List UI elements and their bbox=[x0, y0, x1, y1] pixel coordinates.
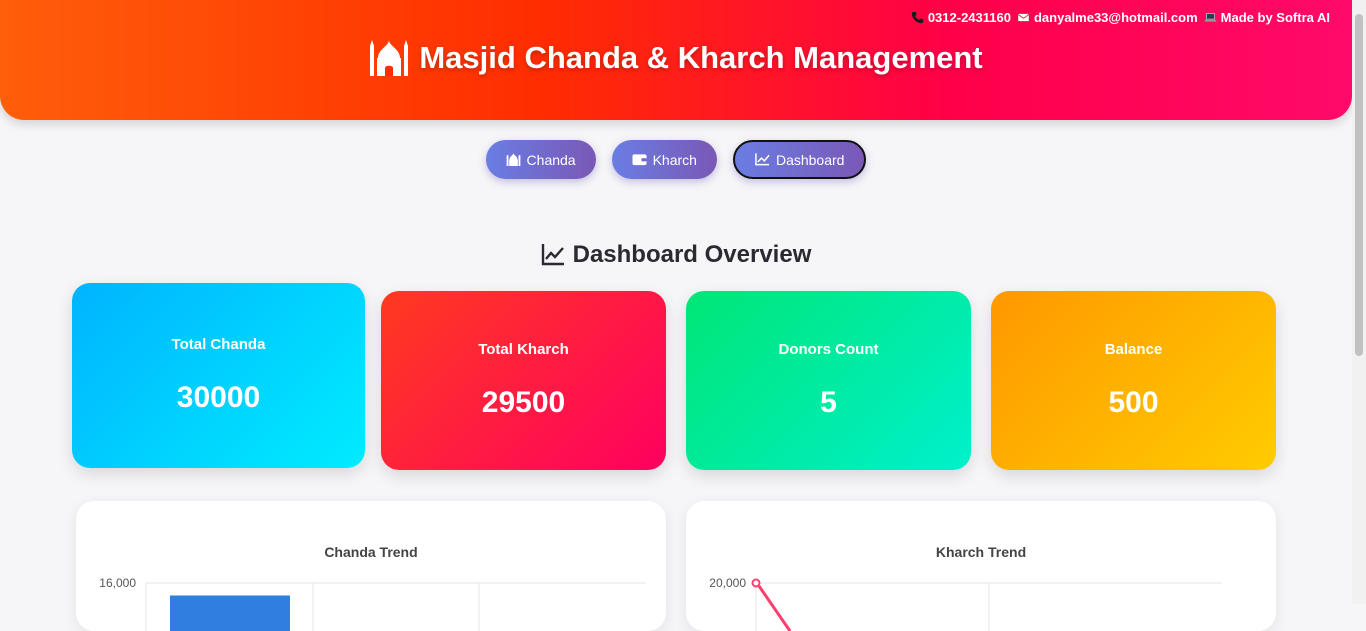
y-tick-label: 16,000 bbox=[99, 576, 136, 590]
kharch-trend-chart: 20,000 bbox=[686, 501, 1276, 631]
phone-icon bbox=[911, 11, 924, 24]
stat-card-total-chanda: Total Chanda 30000 bbox=[72, 283, 365, 468]
mosque-icon bbox=[369, 40, 409, 76]
stat-value: 30000 bbox=[177, 381, 260, 415]
section-heading-text: Dashboard Overview bbox=[573, 241, 812, 269]
chart-line-icon bbox=[755, 153, 770, 166]
nav-dashboard-label: Dashboard bbox=[776, 152, 845, 168]
laptop-icon bbox=[1204, 11, 1217, 24]
stat-value: 5 bbox=[820, 386, 837, 420]
chart-line-icon bbox=[541, 244, 565, 266]
nav-dashboard-button[interactable]: Dashboard bbox=[733, 140, 867, 179]
phone-contact[interactable]: 0312-2431160 bbox=[911, 10, 1011, 25]
y-tick-label: 20,000 bbox=[709, 576, 746, 590]
kharch-trend-panel: Kharch Trend 20,000 bbox=[686, 501, 1276, 631]
stat-value: 29500 bbox=[482, 386, 565, 420]
section-heading: Dashboard Overview bbox=[0, 241, 1352, 269]
app-header: 0312-2431160 danyalme33@hotmail.com Made… bbox=[0, 0, 1352, 120]
nav-kharch-label: Kharch bbox=[653, 152, 697, 168]
contact-info: 0312-2431160 danyalme33@hotmail.com Made… bbox=[911, 10, 1330, 25]
chanda-trend-panel: Chanda Trend 16,000 bbox=[76, 501, 666, 631]
stat-card-balance: Balance 500 bbox=[991, 291, 1276, 470]
chart-line bbox=[759, 586, 790, 631]
email-address: danyalme33@hotmail.com bbox=[1034, 10, 1198, 25]
chart-bar bbox=[170, 596, 290, 631]
phone-number: 0312-2431160 bbox=[928, 10, 1011, 25]
scrollbar-thumb[interactable] bbox=[1355, 14, 1363, 356]
mosque-icon bbox=[506, 153, 521, 166]
stat-card-total-kharch: Total Kharch 29500 bbox=[381, 291, 666, 470]
credit-contact: Made by Softra AI bbox=[1204, 10, 1330, 25]
wallet-icon bbox=[632, 153, 647, 166]
email-contact[interactable]: danyalme33@hotmail.com bbox=[1017, 10, 1198, 25]
chanda-trend-chart: 16,000 bbox=[76, 501, 666, 631]
stat-value: 500 bbox=[1108, 386, 1158, 420]
main-nav: Chanda Kharch Dashboard bbox=[0, 140, 1352, 179]
stat-label: Total Kharch bbox=[478, 341, 569, 358]
nav-chanda-label: Chanda bbox=[527, 152, 576, 168]
stat-label: Balance bbox=[1105, 341, 1163, 358]
email-icon bbox=[1017, 11, 1030, 24]
nav-kharch-button[interactable]: Kharch bbox=[612, 140, 717, 179]
page-title: Masjid Chanda & Kharch Management bbox=[0, 40, 1352, 76]
title-text: Masjid Chanda & Kharch Management bbox=[419, 40, 982, 76]
stat-label: Total Chanda bbox=[172, 336, 266, 353]
page-scrollbar[interactable] bbox=[1352, 0, 1366, 604]
stat-card-donors-count: Donors Count 5 bbox=[686, 291, 971, 470]
nav-chanda-button[interactable]: Chanda bbox=[486, 140, 596, 179]
chart-point bbox=[753, 580, 760, 587]
credit-text: Made by Softra AI bbox=[1221, 10, 1330, 25]
stat-label: Donors Count bbox=[779, 341, 879, 358]
